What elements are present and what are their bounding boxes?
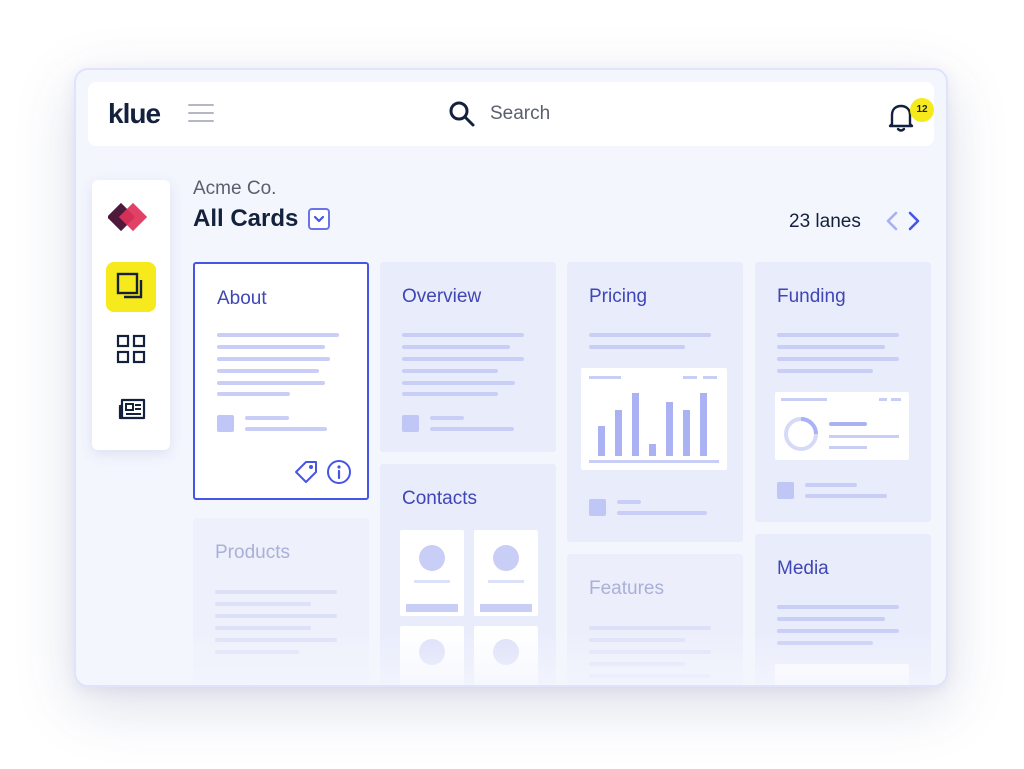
placeholder-line bbox=[402, 369, 498, 373]
placeholder-line bbox=[245, 416, 289, 420]
placeholder-line bbox=[777, 629, 899, 633]
bar-chart-icon bbox=[589, 376, 719, 463]
contact-preview bbox=[400, 530, 464, 616]
placeholder-line bbox=[217, 381, 325, 385]
card-features[interactable]: Features bbox=[567, 554, 743, 685]
card-title: Contacts bbox=[402, 488, 477, 509]
placeholder-line bbox=[217, 357, 330, 361]
placeholder-line bbox=[777, 357, 899, 361]
sidebar-item-dashboard[interactable] bbox=[106, 324, 156, 374]
placeholder-line bbox=[617, 500, 641, 504]
placeholder-line bbox=[589, 626, 711, 630]
card-overview[interactable]: Overview bbox=[380, 262, 556, 452]
placeholder-avatar bbox=[777, 482, 794, 499]
placeholder-line bbox=[215, 638, 337, 642]
card-funding[interactable]: Funding bbox=[755, 262, 931, 522]
avatar-icon bbox=[406, 545, 458, 612]
placeholder-line bbox=[215, 650, 299, 654]
placeholder-line bbox=[777, 605, 899, 609]
placeholder-line bbox=[430, 427, 514, 431]
card-contacts[interactable]: Contacts bbox=[380, 464, 556, 685]
chart-preview bbox=[581, 368, 727, 470]
media-preview bbox=[775, 664, 909, 685]
card-media[interactable]: Media bbox=[755, 534, 931, 685]
placeholder-line bbox=[589, 638, 685, 642]
placeholder-line bbox=[215, 626, 311, 630]
page-title: All Cards bbox=[193, 205, 299, 232]
placeholder-line bbox=[217, 333, 339, 337]
placeholder-line bbox=[777, 641, 873, 645]
donut-preview bbox=[775, 392, 909, 460]
placeholder-line bbox=[217, 345, 325, 349]
placeholder-line bbox=[589, 674, 711, 678]
cards-icon bbox=[116, 272, 143, 299]
placeholder-line bbox=[215, 614, 337, 618]
card-pricing[interactable]: Pricing bbox=[567, 262, 743, 542]
placeholder-line bbox=[215, 602, 311, 606]
card-title: About bbox=[217, 288, 267, 309]
placeholder-line bbox=[402, 345, 510, 349]
placeholder-line bbox=[589, 333, 711, 337]
card-title: Pricing bbox=[589, 286, 648, 307]
sidebar-item-cards[interactable] bbox=[106, 262, 156, 312]
placeholder-line bbox=[805, 483, 857, 487]
contact-preview bbox=[474, 626, 538, 685]
placeholder-line bbox=[589, 662, 685, 666]
placeholder-line bbox=[215, 590, 337, 594]
card-title: Overview bbox=[402, 286, 482, 307]
placeholder-line bbox=[402, 333, 524, 337]
placeholder-line bbox=[430, 416, 464, 420]
chevron-left-icon[interactable] bbox=[882, 208, 902, 234]
brand-logo-icon[interactable] bbox=[108, 202, 154, 234]
placeholder-line bbox=[777, 369, 873, 373]
chevron-down-icon bbox=[313, 215, 325, 223]
placeholder-line bbox=[245, 427, 327, 431]
card-title: Products bbox=[215, 542, 290, 563]
company-name: Acme Co. bbox=[193, 178, 277, 199]
placeholder-line bbox=[589, 345, 685, 349]
contact-preview bbox=[400, 626, 464, 685]
placeholder-line bbox=[589, 650, 711, 654]
notification-badge: 12 bbox=[910, 98, 934, 122]
placeholder-line bbox=[217, 369, 319, 373]
sidebar-item-news[interactable] bbox=[106, 384, 156, 434]
tag-icon[interactable] bbox=[293, 459, 319, 485]
top-bar: klue 12 bbox=[88, 82, 934, 146]
placeholder-line bbox=[402, 357, 524, 361]
lanes-count: 23 lanes bbox=[789, 211, 861, 232]
app-window: klue 12 bbox=[74, 68, 948, 687]
news-icon bbox=[118, 398, 146, 420]
placeholder-avatar bbox=[589, 499, 606, 516]
card-title: Features bbox=[589, 578, 664, 599]
menu-icon[interactable] bbox=[188, 104, 214, 124]
donut-chart-icon bbox=[781, 398, 901, 451]
placeholder-line bbox=[777, 617, 885, 621]
search-input[interactable] bbox=[490, 100, 710, 128]
card-title: Media bbox=[777, 558, 829, 579]
placeholder-line bbox=[217, 392, 290, 396]
placeholder-line bbox=[805, 494, 887, 498]
app-logo[interactable]: klue bbox=[108, 98, 161, 130]
grid-icon bbox=[116, 334, 146, 364]
placeholder-line bbox=[617, 511, 707, 515]
placeholder-avatar bbox=[217, 415, 234, 432]
placeholder-avatar bbox=[402, 415, 419, 432]
info-icon[interactable] bbox=[326, 459, 352, 485]
search-icon[interactable] bbox=[448, 100, 476, 128]
title-dropdown[interactable] bbox=[308, 208, 330, 230]
placeholder-line bbox=[402, 381, 515, 385]
card-title: Funding bbox=[777, 286, 846, 307]
card-about[interactable]: About bbox=[193, 262, 369, 500]
card-products[interactable]: Products bbox=[193, 518, 369, 685]
placeholder-line bbox=[402, 392, 498, 396]
contact-preview bbox=[474, 530, 538, 616]
avatar-icon bbox=[493, 639, 519, 665]
sidebar bbox=[92, 180, 170, 450]
chevron-right-icon[interactable] bbox=[904, 208, 924, 234]
avatar-icon bbox=[480, 545, 532, 612]
placeholder-line bbox=[777, 333, 899, 337]
avatar-icon bbox=[419, 639, 445, 665]
placeholder-line bbox=[777, 345, 885, 349]
